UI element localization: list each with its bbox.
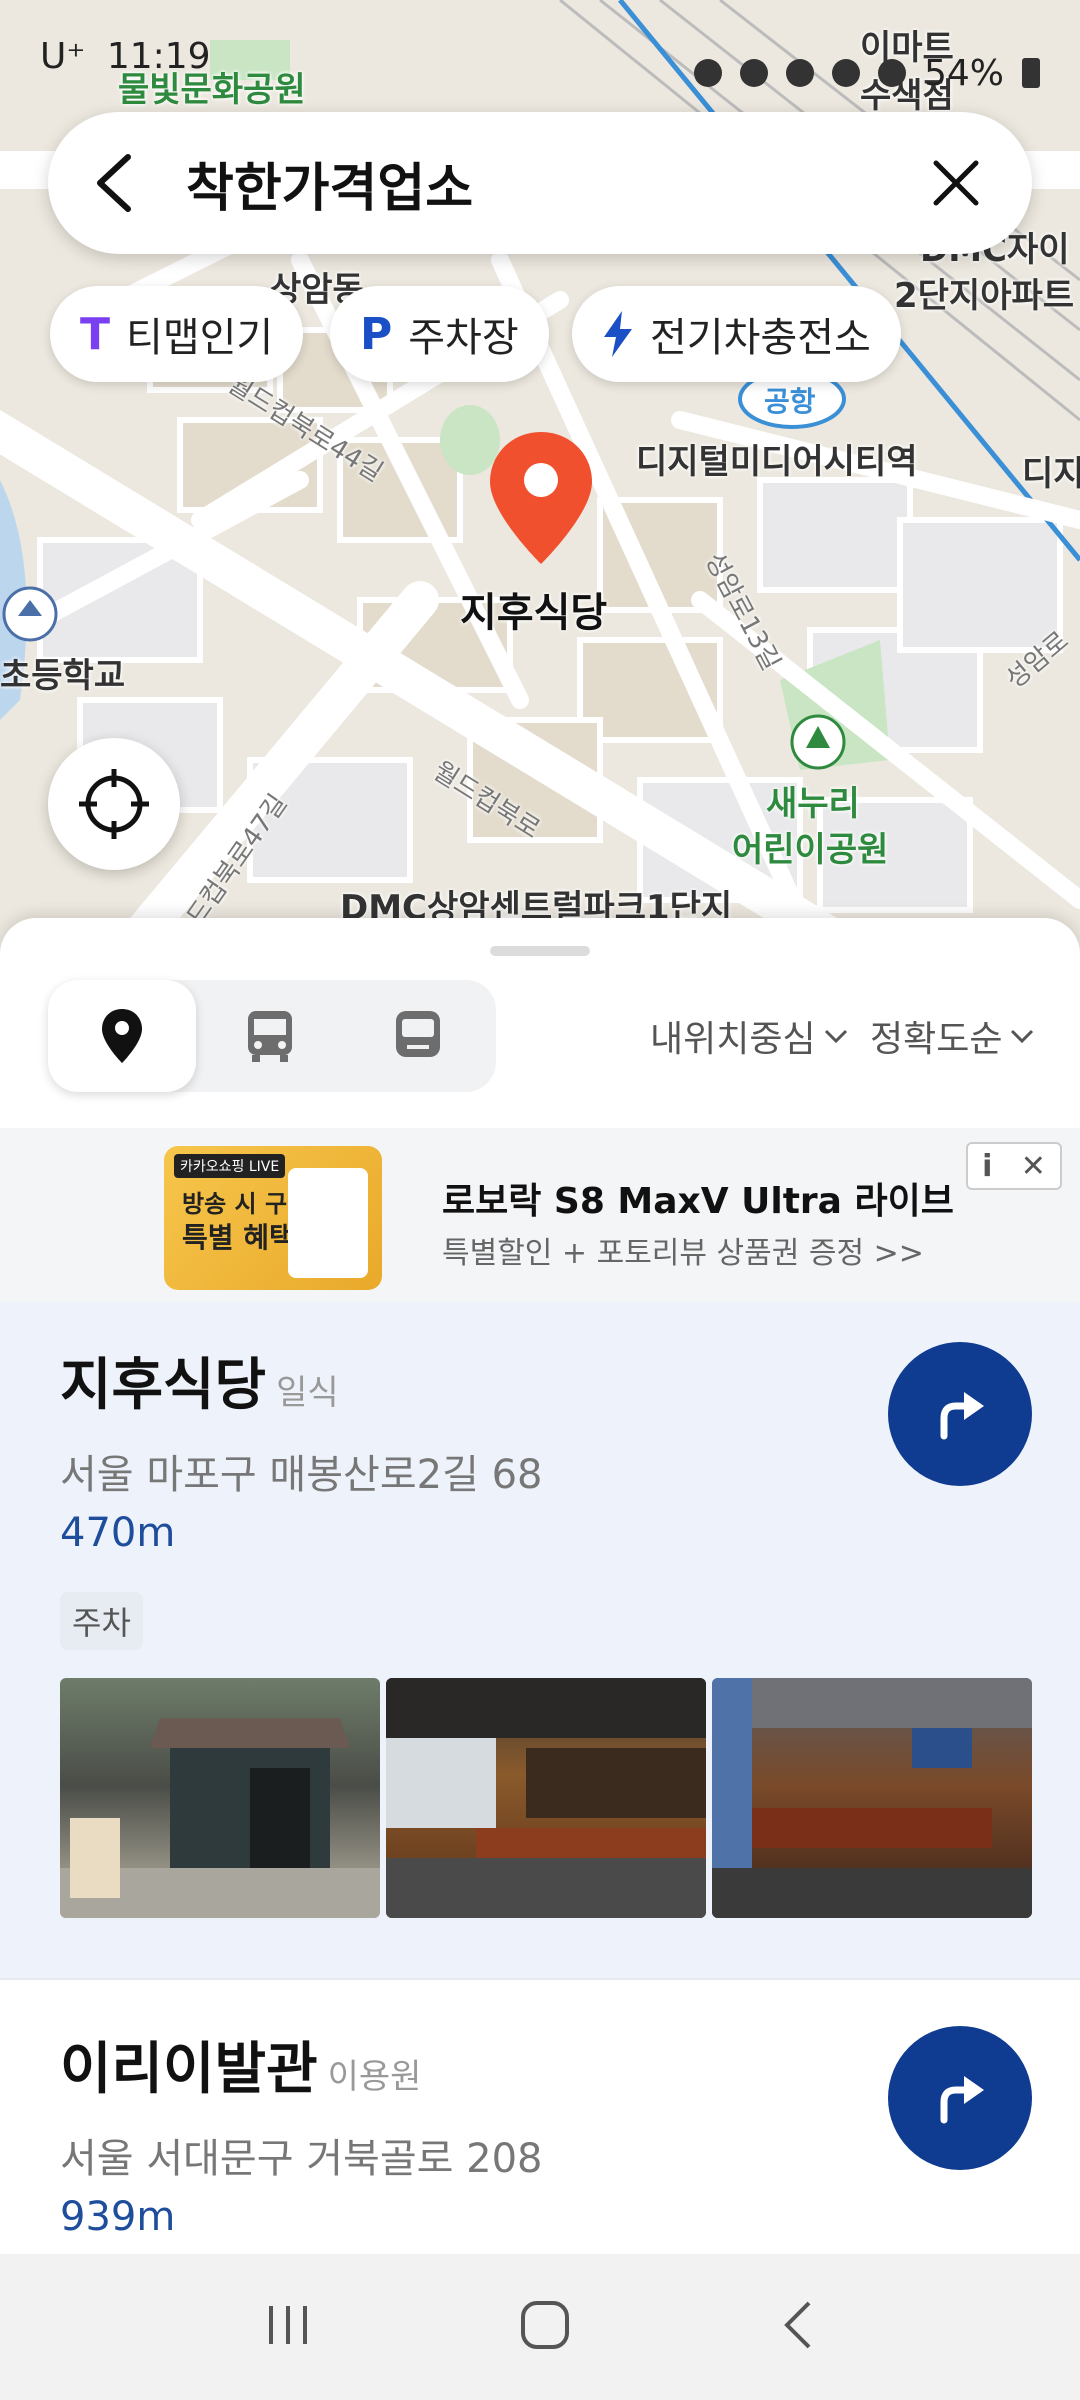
directions-arrow-icon [940, 1392, 984, 1440]
photo-dining-room [712, 1678, 1032, 1918]
subway-icon [396, 1011, 440, 1057]
status-bar: U⁺ 11:19 54% [0, 0, 1080, 110]
map-label: 초등학교 [0, 656, 126, 696]
back-icon [784, 2301, 811, 2349]
mute-icon [739, 59, 768, 87]
result-address: 서울 서대문구 거북골로 208 [60, 2136, 543, 2182]
ad-thumb-line2: 특별 혜택 [182, 1221, 295, 1254]
home-icon [521, 2301, 569, 2349]
photo-interior [386, 1678, 706, 1918]
map-label: 새누리 [766, 784, 860, 824]
recents-icon [269, 2306, 307, 2344]
sort-location-label: 내위치중심 [650, 1019, 816, 1060]
crosshair-icon [79, 769, 149, 839]
parking-tag: 주차 [60, 1592, 143, 1650]
chip-parking[interactable]: P 주차장 [330, 286, 549, 382]
status-left: U⁺ 11:19 [40, 36, 211, 110]
map-view[interactable]: 물빛문화공원 이마트 수색점 상암동 DMC자이 2단지아파트 공항 디지털미디… [0, 0, 1080, 960]
parking-icon: P [360, 308, 393, 360]
clear-search-button[interactable] [926, 153, 986, 213]
recent-apps-button[interactable] [263, 2300, 313, 2354]
map-label: 디지 [1022, 454, 1080, 494]
back-button[interactable] [94, 153, 148, 213]
place-photo[interactable] [386, 1678, 706, 1918]
chip-label: 전기차충전소 [650, 315, 871, 361]
chevron-down-icon [824, 1029, 847, 1044]
mode-subway[interactable] [344, 980, 492, 1092]
result-address: 서울 마포구 매봉산로2길 68 [60, 1452, 543, 1498]
sheet-drag-handle[interactable] [490, 946, 590, 956]
airport-label: 공항 [764, 385, 816, 418]
battery-percent: 54% [923, 52, 1004, 94]
place-photo[interactable] [60, 1678, 380, 1918]
carrier-label: U⁺ [40, 36, 86, 77]
signal-icon [877, 59, 906, 87]
ad-controls: i ✕ [966, 1142, 1062, 1190]
results-sheet[interactable]: 내위치중심 정확도순 카카오쇼핑 LIVE 방송 시 구매 특별 혜택 로보락 … [0, 918, 1080, 2400]
directions-button[interactable] [888, 1342, 1032, 1486]
result-category: 일식 [276, 1373, 339, 1413]
map-label: 디지털미디어시티역 [636, 442, 918, 482]
ad-close-button[interactable]: ✕ [1021, 1149, 1046, 1184]
place-photo[interactable] [712, 1678, 1032, 1918]
system-back-button[interactable] [777, 2299, 817, 2355]
current-location-button[interactable] [48, 738, 180, 870]
ad-thumbnail[interactable]: 카카오쇼핑 LIVE 방송 시 구매 특별 혜택 [164, 1146, 382, 1290]
pin-label: 지후식당 [460, 590, 608, 636]
ev-charging-icon [604, 311, 632, 357]
result-item[interactable]: 지후식당 일식 서울 마포구 매봉산로2길 68 470m 주차 [0, 1302, 1080, 1978]
map-label: 어린이공원 [732, 830, 889, 870]
mode-place[interactable] [48, 980, 196, 1092]
result-distance: 470m [60, 1510, 176, 1556]
result-distance: 939m [60, 2194, 176, 2240]
chip-label: 티맵인기 [126, 315, 274, 361]
result-name: 지후식당 [60, 1353, 267, 1418]
system-navigation-bar [0, 2254, 1080, 2400]
clock: 11:19 [106, 36, 211, 77]
ad-info-button[interactable]: i [982, 1149, 992, 1184]
search-query[interactable]: 착한가격업소 [186, 146, 926, 221]
mode-bus[interactable] [196, 980, 344, 1092]
close-icon [933, 160, 979, 206]
home-button[interactable] [519, 2299, 571, 2355]
status-right: 54% [693, 36, 1040, 110]
result-title: 이리이발관 이용원 [60, 2024, 421, 2105]
result-category: 이용원 [327, 2057, 422, 2097]
photo-storefront [60, 1718, 380, 1918]
location-pin-icon[interactable] [486, 428, 596, 568]
back-arrow-icon [97, 154, 131, 212]
map-label: 2단지아파트 [894, 276, 1075, 316]
chip-label: 주차장 [408, 315, 519, 361]
chip-ev-charging[interactable]: 전기차충전소 [572, 286, 901, 382]
ad-title[interactable]: 로보락 S8 MaxV Ultra 라이브 [442, 1172, 954, 1224]
ad-banner[interactable]: 카카오쇼핑 LIVE 방송 시 구매 특별 혜택 로보락 S8 MaxV Ult… [0, 1128, 1080, 1302]
chevron-down-icon [1011, 1029, 1034, 1044]
product-image [288, 1168, 368, 1278]
tmap-icon: T [80, 308, 111, 360]
ad-subtitle[interactable]: 특별할인 + 포토리뷰 상품권 증정 >> [442, 1228, 924, 1272]
directions-button[interactable] [888, 2026, 1032, 2170]
ad-badge: 카카오쇼핑 LIVE [174, 1154, 286, 1178]
battery-icon [1022, 58, 1040, 88]
transport-mode-selector [48, 980, 496, 1092]
directions-arrow-icon [940, 2076, 984, 2124]
sort-location-dropdown[interactable]: 내위치중심 [650, 1010, 848, 1062]
bus-icon [248, 1011, 292, 1062]
sort-accuracy-dropdown[interactable]: 정확도순 [870, 1010, 1034, 1062]
sort-accuracy-label: 정확도순 [870, 1019, 1003, 1060]
place-pin-icon [102, 1009, 142, 1063]
wifi-icon [831, 59, 860, 87]
result-title: 지후식당 일식 [60, 1340, 339, 1421]
chip-tmap-popular[interactable]: T 티맵인기 [50, 286, 304, 382]
location-status-icon [785, 59, 814, 87]
search-bar[interactable]: 착한가격업소 [48, 112, 1032, 254]
alarm-icon [693, 59, 722, 87]
result-name: 이리이발관 [60, 2037, 318, 2102]
